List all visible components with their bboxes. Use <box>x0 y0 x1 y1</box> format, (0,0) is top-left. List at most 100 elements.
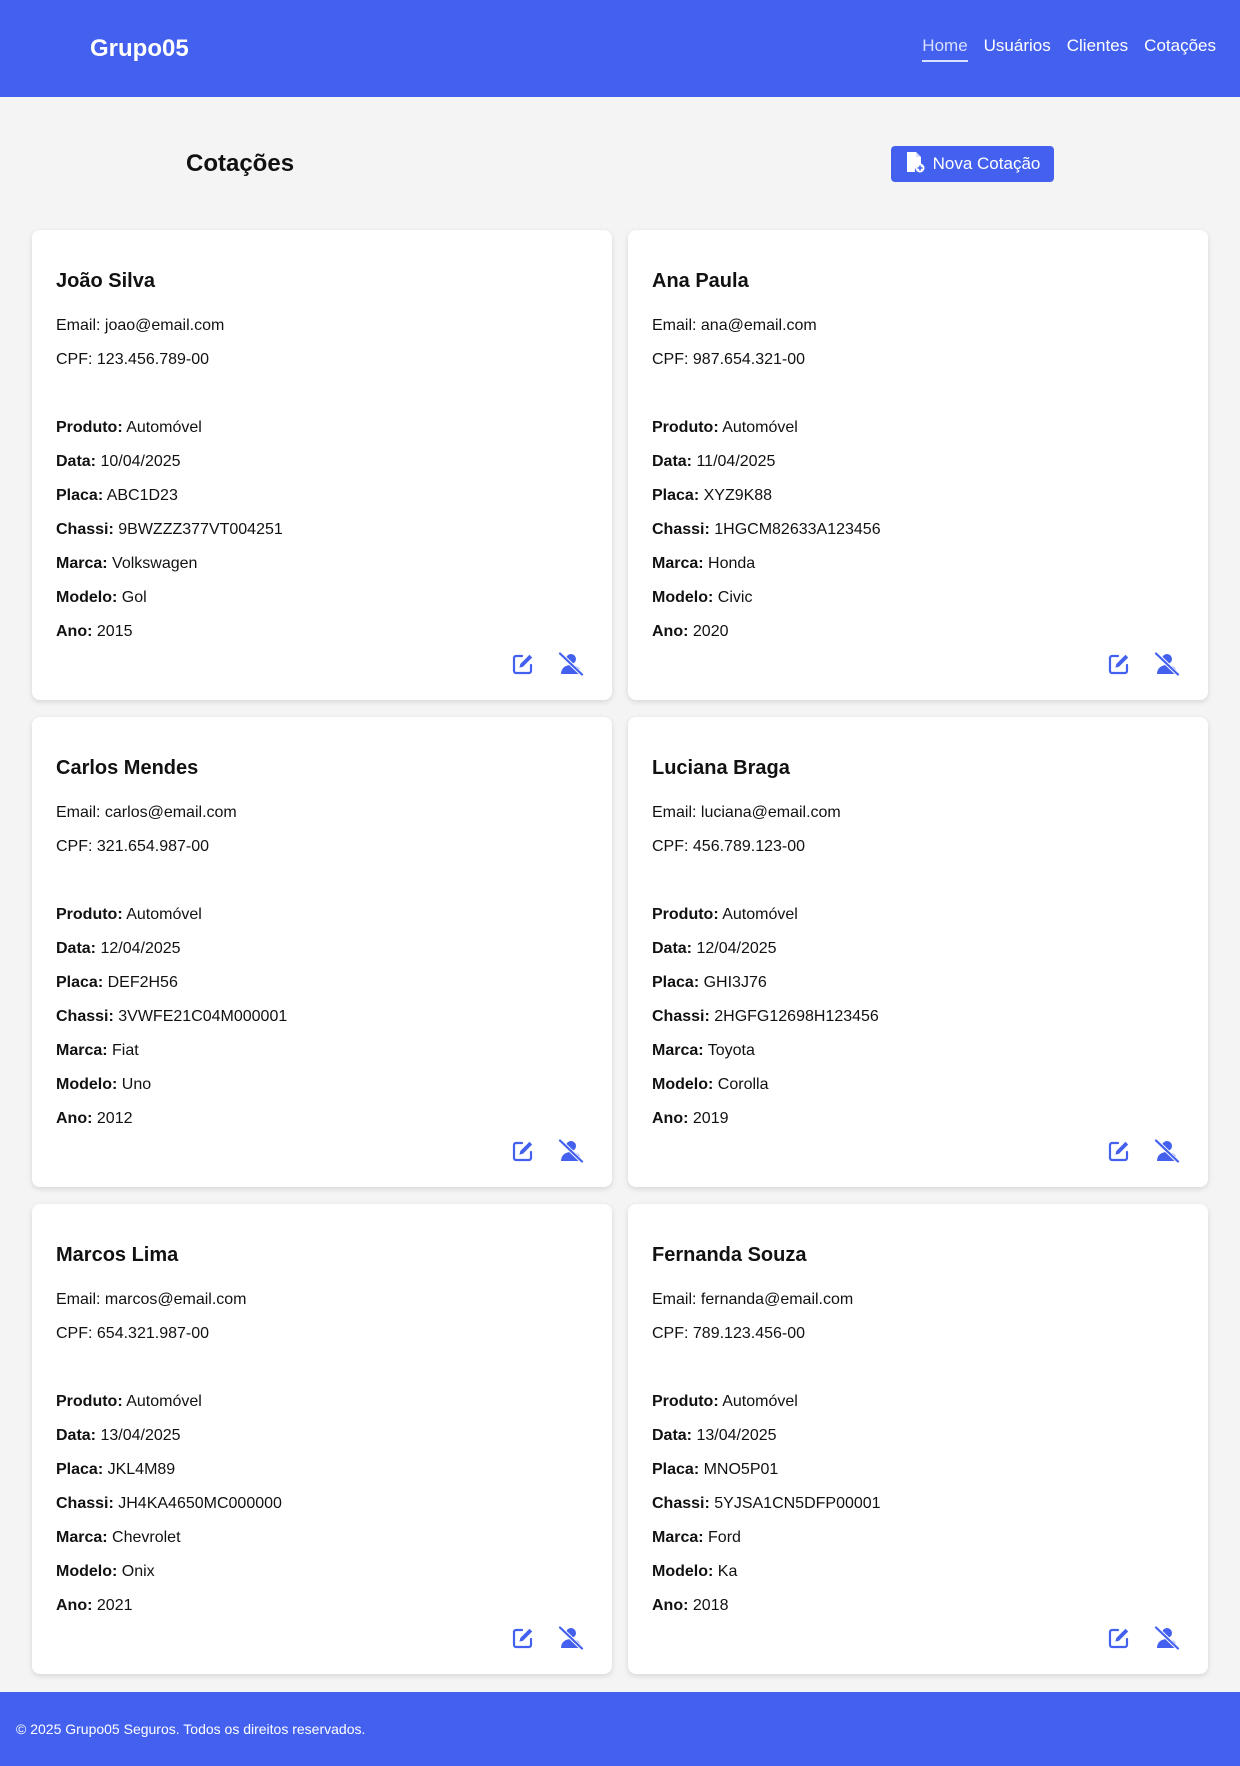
email-value: ana@email.com <box>700 317 817 334</box>
email-line: Email: carlos@email.com <box>56 804 237 821</box>
produto-value: Automóvel <box>722 419 798 436</box>
edit-button[interactable] <box>1106 652 1132 678</box>
data-line: Data: 13/04/2025 <box>652 1427 777 1444</box>
remove-button[interactable] <box>558 1625 584 1653</box>
cpf-value: 456.789.123-00 <box>692 838 806 855</box>
email-value: luciana@email.com <box>700 804 841 821</box>
modelo-value: Corolla <box>717 1076 769 1093</box>
data-value: 10/04/2025 <box>100 453 181 470</box>
ano-line: Ano: 2012 <box>56 1110 133 1127</box>
chassi-line: Chassi: 2HGFG12698H123456 <box>652 1008 879 1025</box>
marca-value: Chevrolet <box>112 1529 181 1546</box>
produto-value: Automóvel <box>126 906 202 923</box>
nav-usuarios[interactable]: Usuários <box>984 36 1051 62</box>
produto-value: Automóvel <box>126 419 202 436</box>
card-actions <box>510 651 584 678</box>
user-slash-icon <box>1154 651 1180 679</box>
edit-button[interactable] <box>510 1626 536 1652</box>
produto-line: Produto: Automóvel <box>56 419 202 436</box>
edit-button[interactable] <box>510 1139 536 1165</box>
chassi-value: 5YJSA1CN5DFP00001 <box>714 1495 881 1512</box>
produto-line: Produto: Automóvel <box>652 906 798 923</box>
remove-button[interactable] <box>1154 1138 1180 1166</box>
cpf-line: CPF: 456.789.123-00 <box>652 838 806 855</box>
remove-button[interactable] <box>558 651 584 678</box>
marca-value: Ford <box>708 1529 741 1546</box>
nav-cotacoes[interactable]: Cotações <box>1144 36 1216 62</box>
cpf-value: 321.654.987-00 <box>96 838 210 855</box>
client-name: Carlos Mendes <box>56 757 199 779</box>
main-nav: Home Usuários Clientes Cotações <box>922 36 1216 62</box>
chassi-line: Chassi: JH4KA4650MC000000 <box>56 1495 282 1512</box>
placa-value: MNO5P01 <box>703 1461 779 1478</box>
chassi-value: 3VWFE21C04M000001 <box>118 1008 288 1025</box>
quote-card: Luciana Braga Email: luciana@email.com C… <box>628 717 1208 1187</box>
placa-value: DEF2H56 <box>107 974 178 991</box>
data-line: Data: 10/04/2025 <box>56 453 181 470</box>
cpf-line: CPF: 123.456.789-00 <box>56 351 210 368</box>
email-line: Email: luciana@email.com <box>652 804 841 821</box>
client-name: Fernanda Souza <box>652 1244 807 1266</box>
marca-line: Marca: Volkswagen <box>56 555 198 572</box>
marca-line: Marca: Chevrolet <box>56 1529 181 1546</box>
quotes-grid: João Silva Email: joao@email.com CPF: 12… <box>32 230 1208 1674</box>
remove-button[interactable] <box>1154 1625 1180 1653</box>
card-actions <box>1106 651 1180 679</box>
new-quote-label: Nova Cotação <box>932 154 1041 173</box>
data-line: Data: 11/04/2025 <box>652 453 776 470</box>
card-actions <box>1106 1625 1180 1653</box>
marca-line: Marca: Ford <box>652 1529 741 1546</box>
modelo-value: Gol <box>121 589 147 606</box>
edit-icon <box>1108 1140 1130 1165</box>
produto-value: Automóvel <box>126 1393 202 1410</box>
nav-home[interactable]: Home <box>922 36 968 62</box>
placa-line: Placa: JKL4M89 <box>56 1461 176 1478</box>
edit-icon <box>512 1627 534 1652</box>
cpf-value: 123.456.789-00 <box>96 351 210 368</box>
chassi-line: Chassi: 5YJSA1CN5DFP00001 <box>652 1495 881 1512</box>
card-actions <box>510 1138 584 1165</box>
ano-value: 2015 <box>96 623 133 640</box>
chassi-line: Chassi: 1HGCM82633A123456 <box>652 521 881 538</box>
quote-card: Marcos Lima Email: marcos@email.com CPF:… <box>32 1204 612 1674</box>
email-line: Email: fernanda@email.com <box>652 1291 854 1308</box>
cpf-value: 987.654.321-00 <box>692 351 806 368</box>
quote-card: Fernanda Souza Email: fernanda@email.com… <box>628 1204 1208 1674</box>
produto-value: Automóvel <box>722 1393 798 1410</box>
chassi-value: 2HGFG12698H123456 <box>714 1008 879 1025</box>
quote-card: Carlos Mendes Email: carlos@email.com CP… <box>32 717 612 1187</box>
placa-value: JKL4M89 <box>107 1461 176 1478</box>
edit-icon <box>512 1140 534 1165</box>
chassi-value: JH4KA4650MC000000 <box>118 1495 282 1512</box>
user-slash-icon <box>1154 1138 1180 1166</box>
placa-value: ABC1D23 <box>106 487 178 504</box>
chassi-line: Chassi: 9BWZZZ377VT004251 <box>56 521 283 538</box>
edit-button[interactable] <box>1106 1139 1132 1165</box>
ano-line: Ano: 2020 <box>652 623 729 640</box>
user-slash-icon <box>1154 1625 1180 1653</box>
ano-value: 2019 <box>692 1110 729 1127</box>
data-value: 13/04/2025 <box>696 1427 777 1444</box>
edit-button[interactable] <box>510 652 536 678</box>
modelo-line: Modelo: Uno <box>56 1076 152 1093</box>
produto-line: Produto: Automóvel <box>56 1393 202 1410</box>
quote-card: Ana Paula Email: ana@email.com CPF: 987.… <box>628 230 1208 700</box>
ano-value: 2020 <box>692 623 729 640</box>
remove-button[interactable] <box>558 1138 584 1165</box>
remove-button[interactable] <box>1154 651 1180 679</box>
data-value: 12/04/2025 <box>696 940 777 957</box>
client-name: Ana Paula <box>652 270 749 292</box>
email-value: carlos@email.com <box>104 804 237 821</box>
new-quote-button[interactable]: Nova Cotação <box>891 146 1054 182</box>
placa-line: Placa: ABC1D23 <box>56 487 178 504</box>
brand-logo-text[interactable]: Grupo05 <box>90 35 189 63</box>
modelo-line: Modelo: Onix <box>56 1563 155 1580</box>
cpf-line: CPF: 654.321.987-00 <box>56 1325 210 1342</box>
produto-line: Produto: Automóvel <box>56 906 202 923</box>
ano-line: Ano: 2021 <box>56 1597 133 1614</box>
user-slash-icon <box>558 1625 584 1653</box>
edit-button[interactable] <box>1106 1626 1132 1652</box>
ano-line: Ano: 2015 <box>56 623 133 640</box>
page-title: Cotações <box>186 150 295 177</box>
nav-clientes[interactable]: Clientes <box>1067 36 1128 62</box>
